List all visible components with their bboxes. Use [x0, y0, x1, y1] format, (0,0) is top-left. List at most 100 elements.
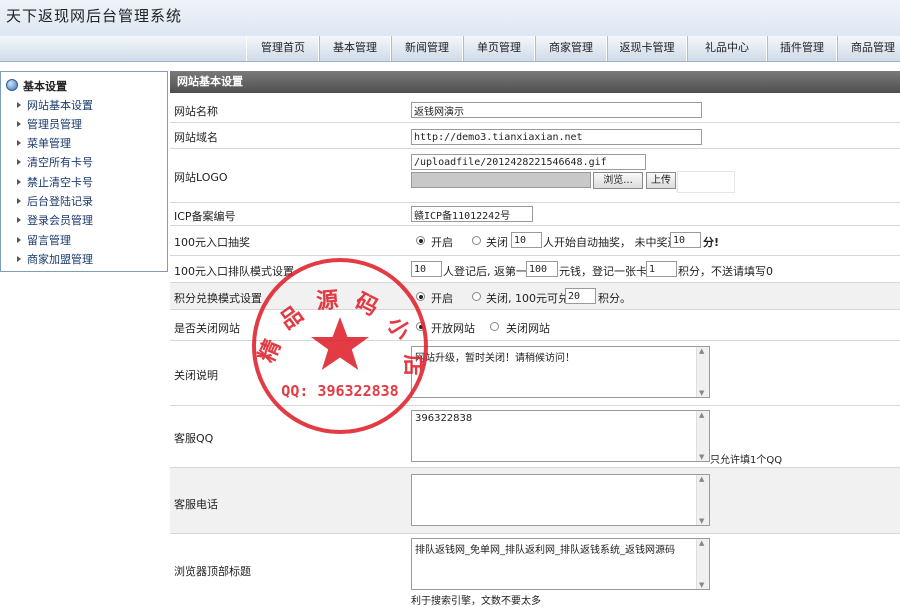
row-site-domain: 网站域名 [170, 123, 900, 149]
row-qq: 客服QQ 396322838 只允许填1个QQ [170, 406, 900, 468]
queue-points-input[interactable] [646, 261, 677, 277]
browse-button[interactable]: 浏览... [593, 172, 643, 189]
field-label: 积分兑换模式设置 [174, 292, 262, 305]
lottery-count-input[interactable] [511, 232, 542, 248]
exchange-off-radio[interactable] [472, 292, 481, 301]
app-title: 天下返现网后台管理系统 [6, 7, 183, 25]
icp-input[interactable] [411, 206, 533, 222]
field-label: 网站LOGO [174, 171, 228, 184]
qq-hint: 只允许填1个QQ [710, 455, 783, 466]
sidebar-item-label: 菜单管理 [27, 137, 71, 150]
field-label: 关闭说明 [174, 369, 218, 382]
site-domain-input[interactable] [411, 129, 702, 145]
row-close-site: 是否关闭网站 开放网站 关闭网站 [170, 310, 900, 341]
row-close-note: 关闭说明 网站升级，暂时关闭！请稍候访问！ [170, 341, 900, 406]
file-path-field[interactable] [411, 172, 591, 188]
globe-icon [6, 79, 18, 91]
sidebar-item-site-settings[interactable]: 网站基本设置 [17, 98, 93, 114]
sidebar-item-label: 商家加盟管理 [27, 253, 93, 266]
row-lottery: 100元入口抽奖 开启 关闭 人开始自动抽奖， 未中奖送 分! [170, 226, 900, 256]
sidebar-item-members[interactable]: 登录会员管理 [17, 213, 93, 229]
sidebar-item-admins[interactable]: 管理员管理 [17, 117, 82, 133]
phone-textarea[interactable] [411, 474, 710, 526]
nav-gifts[interactable]: 礼品中心 [686, 36, 768, 61]
lottery-text: 人开始自动抽奖， 未中奖送 [543, 236, 679, 249]
site-close-radio[interactable] [490, 322, 499, 331]
sidebar-item-menus[interactable]: 菜单管理 [17, 136, 71, 152]
field-label: 100元入口排队模式设置 [174, 265, 294, 278]
radio-label: 关闭网站 [506, 322, 550, 335]
field-label: 是否关闭网站 [174, 322, 240, 335]
sidebar-item-clear-cards[interactable]: 清空所有卡号 [17, 155, 93, 171]
arrow-right-icon [17, 237, 21, 243]
nav-cashback-cards[interactable]: 返现卡管理 [606, 36, 688, 61]
textarea-scrollbar[interactable] [696, 347, 709, 397]
sidebar-item-label: 清空所有卡号 [27, 156, 93, 169]
top-header: 天下返现网后台管理系统 [0, 0, 900, 36]
nav-news[interactable]: 新闻管理 [390, 36, 464, 61]
sidebar-heading: 基本设置 [23, 80, 67, 93]
panel-title: 网站基本设置 [170, 71, 900, 93]
sidebar-item-login-log[interactable]: 后台登陆记录 [17, 194, 93, 210]
field-label: 浏览器顶部标题 [174, 565, 251, 578]
lottery-on-radio[interactable] [416, 236, 425, 245]
sidebar: 基本设置 网站基本设置 管理员管理 菜单管理 清空所有卡号 禁止清空卡号 后台登… [0, 71, 168, 272]
lottery-off-radio[interactable] [472, 236, 481, 245]
queue-text-2: 元钱，登记一张卡送 [559, 265, 658, 278]
nav-pages[interactable]: 单页管理 [462, 36, 536, 61]
nav-merchants[interactable]: 商家管理 [534, 36, 608, 61]
nav-products[interactable]: 商品管理 [836, 36, 900, 61]
sidebar-item-merchant-join[interactable]: 商家加盟管理 [17, 252, 93, 268]
arrow-right-icon [17, 102, 21, 108]
main-nav: 管理首页 基本管理 新闻管理 单页管理 商家管理 返现卡管理 礼品中心 插件管理… [0, 36, 900, 62]
settings-panel: 网站基本设置 网站名称 网站域名 网站LOGO 浏览... 上传 ICP备案编号… [170, 71, 900, 607]
lottery-text-end: 分! [703, 236, 720, 249]
textarea-text: 排队返钱网_免单网_排队返利网_排队返钱系统_返钱网源码 [415, 545, 675, 556]
exchange-on-radio[interactable] [416, 292, 425, 301]
site-name-input[interactable] [411, 102, 702, 118]
textarea-text: 网站升级，暂时关闭！请稍候访问！ [415, 353, 575, 364]
field-label: 网站名称 [174, 105, 218, 118]
textarea-scrollbar[interactable] [696, 411, 709, 461]
lottery-points-input[interactable] [670, 232, 701, 248]
queue-people-input[interactable] [411, 261, 442, 277]
sidebar-item-label: 网站基本设置 [27, 99, 93, 112]
sidebar-item-label: 管理员管理 [27, 118, 82, 131]
field-label: 客服QQ [174, 432, 214, 445]
sidebar-item-label: 后台登陆记录 [27, 195, 93, 208]
browser-title-textarea[interactable]: 排队返钱网_免单网_排队返利网_排队返钱系统_返钱网源码 [411, 538, 710, 590]
qq-textarea[interactable]: 396322838 [411, 410, 710, 462]
nav-home[interactable]: 管理首页 [246, 36, 320, 61]
arrow-right-icon [17, 198, 21, 204]
radio-label: 开启 [431, 236, 453, 249]
nav-plugins[interactable]: 插件管理 [766, 36, 838, 61]
textarea-scrollbar[interactable] [696, 475, 709, 525]
upload-frame [677, 171, 735, 193]
sidebar-item-label: 禁止清空卡号 [27, 176, 93, 189]
field-label: ICP备案编号 [174, 210, 236, 223]
site-open-radio[interactable] [416, 322, 425, 331]
close-note-textarea[interactable]: 网站升级，暂时关闭！请稍候访问！ [411, 346, 710, 398]
row-browser-title: 浏览器顶部标题 排队返钱网_免单网_排队返利网_排队返钱系统_返钱网源码 利于搜… [170, 534, 900, 607]
logo-path-input[interactable] [411, 154, 646, 170]
textarea-text: 396322838 [415, 413, 473, 424]
sidebar-item-label: 登录会员管理 [27, 214, 93, 227]
queue-text-1: 人登记后, 返第一人 [443, 265, 538, 278]
field-label: 客服电话 [174, 498, 218, 511]
sidebar-item-forbid-clear[interactable]: 禁止清空卡号 [17, 175, 93, 191]
upload-button[interactable]: 上传 [646, 172, 676, 189]
arrow-right-icon [17, 159, 21, 165]
queue-amount-input[interactable] [526, 261, 558, 277]
row-site-name: 网站名称 [170, 99, 900, 123]
field-label: 网站域名 [174, 131, 218, 144]
arrow-right-icon [17, 121, 21, 127]
arrow-right-icon [17, 179, 21, 185]
exchange-points-input[interactable] [565, 288, 596, 304]
textarea-scrollbar[interactable] [696, 539, 709, 589]
row-site-logo: 网站LOGO 浏览... 上传 [170, 149, 900, 203]
radio-label: 开启 [431, 292, 453, 305]
nav-basic[interactable]: 基本管理 [318, 36, 392, 61]
sidebar-item-messages[interactable]: 留言管理 [17, 233, 71, 249]
row-queue: 100元入口排队模式设置 人登记后, 返第一人 元钱，登记一张卡送 积分，不送请… [170, 256, 900, 283]
radio-label: 关闭 [486, 236, 508, 249]
